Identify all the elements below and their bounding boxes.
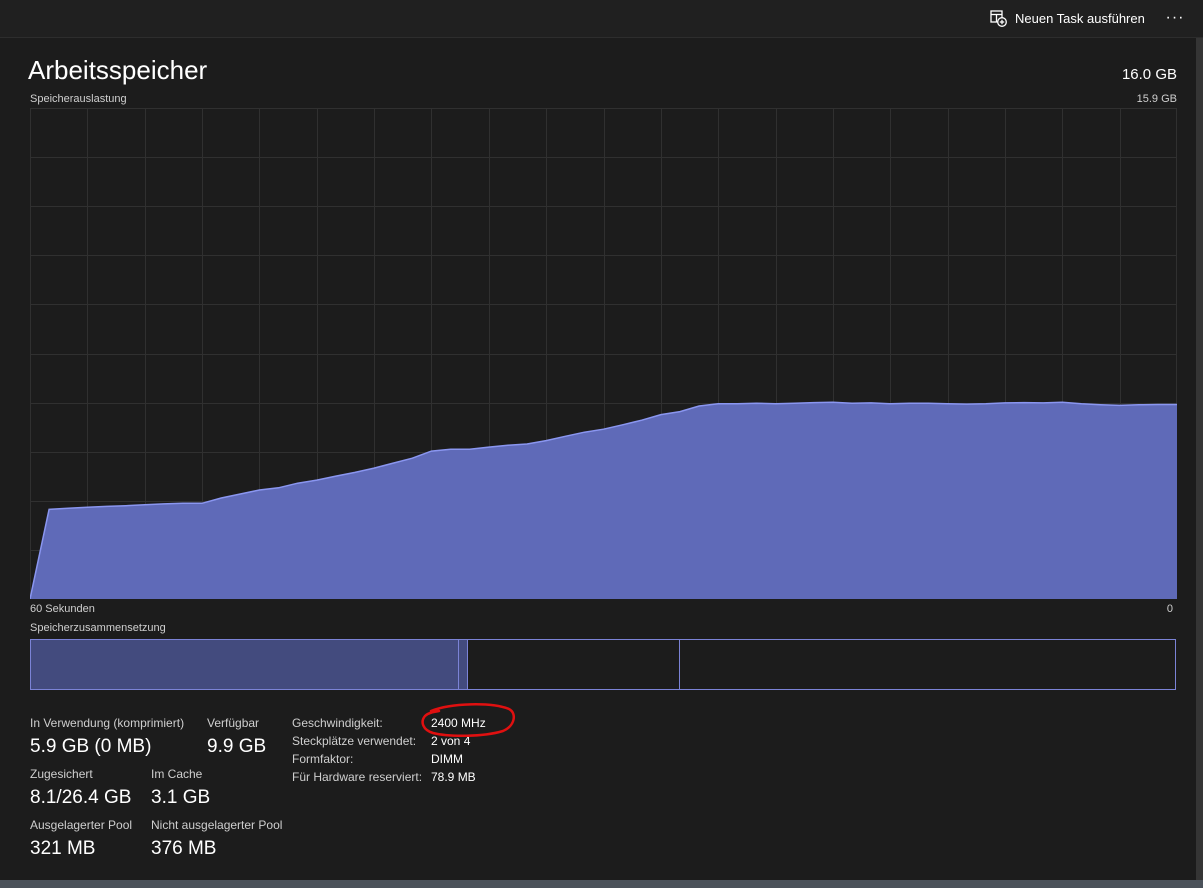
chart-x-right-label: 0 xyxy=(1166,603,1173,615)
available-value: 9.9 GB xyxy=(207,736,267,757)
memory-usage-chart-svg xyxy=(30,108,1177,599)
run-new-task-label: Neuen Task ausführen xyxy=(1015,10,1145,26)
window-edge xyxy=(1196,38,1203,880)
chart-x-left-label: 60 Sekunden xyxy=(30,603,95,615)
slots-label: Steckplätze verwendet: xyxy=(292,734,417,748)
paged-pool-value: 321 MB xyxy=(30,838,96,859)
in-use-value: 5.9 GB (0 MB) xyxy=(30,736,152,757)
new-task-icon xyxy=(990,9,1007,27)
speed-label: Geschwindigkeit: xyxy=(292,716,383,730)
form-factor-value: DIMM xyxy=(431,752,463,766)
page-title: Arbeitsspeicher xyxy=(28,55,208,85)
in-use-label: In Verwendung (komprimiert) xyxy=(30,716,185,730)
nonpaged-pool-label: Nicht ausgelagerter Pool xyxy=(151,818,283,832)
committed-value: 8.1/26.4 GB xyxy=(30,787,132,808)
nonpaged-pool-value: 376 MB xyxy=(151,838,217,859)
hardware-reserved-label: Für Hardware reserviert: xyxy=(292,770,423,784)
cached-value: 3.1 GB xyxy=(151,787,211,808)
composition-modified-segment xyxy=(458,640,468,689)
composition-free-segment xyxy=(680,640,1175,689)
desktop-background-strip xyxy=(0,880,1203,888)
run-new-task-button[interactable]: Neuen Task ausführen xyxy=(990,5,1145,31)
red-highlight-circle xyxy=(421,703,516,738)
committed-label: Zugesichert xyxy=(30,767,93,781)
cached-label: Im Cache xyxy=(151,767,203,781)
command-bar: Neuen Task ausführen ··· xyxy=(0,0,1203,38)
more-options-button[interactable]: ··· xyxy=(1160,5,1190,31)
composition-in-use-segment xyxy=(31,640,458,689)
paged-pool-label: Ausgelagerter Pool xyxy=(30,818,133,832)
usage-chart-label: Speicherauslastung xyxy=(30,93,127,105)
composition-standby-segment xyxy=(470,640,680,689)
hardware-reserved-value: 78.9 MB xyxy=(431,770,476,784)
memory-composition-bar xyxy=(30,639,1176,690)
available-label: Verfügbar xyxy=(207,716,260,730)
usage-chart-max-label: 15.9 GB xyxy=(1136,93,1177,105)
memory-usage-chart xyxy=(30,108,1177,599)
total-memory: 16.0 GB xyxy=(1121,66,1177,83)
composition-label: Speicherzusammensetzung xyxy=(30,622,166,634)
form-factor-label: Formfaktor: xyxy=(292,752,354,766)
